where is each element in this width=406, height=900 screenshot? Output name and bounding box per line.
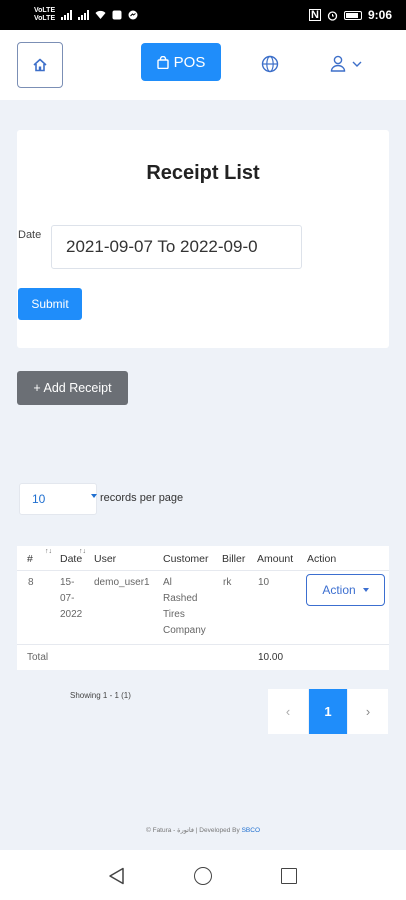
pagination-previous-button[interactable]: ‹ (268, 689, 308, 734)
records-per-page-label: records per page (100, 492, 184, 504)
footer: © Fatura - فاتورة | Developed By SBCO (0, 826, 406, 834)
chevron-right-icon: › (365, 704, 371, 719)
row-divider (17, 644, 389, 645)
user-menu-button[interactable] (330, 55, 362, 72)
pos-button[interactable]: POS (141, 43, 221, 81)
column-header-user[interactable]: User (94, 553, 116, 565)
pos-label: POS (173, 53, 206, 71)
recent-apps-icon[interactable] (281, 868, 297, 884)
cell-customer: Al Rashed Tires Company (163, 577, 206, 636)
home-nav-icon[interactable] (194, 867, 212, 885)
add-receipt-label: + Add Receipt (33, 381, 112, 395)
caret-down-icon (362, 588, 369, 592)
showing-count: Showing 1 - 1 (1) (70, 691, 131, 700)
column-header-amount[interactable]: Amount (257, 553, 293, 565)
chevron-down-icon (352, 61, 362, 67)
receipts-table: # ↑↓ Date ↑↓ User Customer Biller Amount… (17, 546, 389, 670)
signal-icon-2 (78, 10, 90, 20)
action-dropdown-button[interactable]: Action (306, 574, 385, 606)
caret-down-icon (91, 494, 97, 498)
cell-id: 8 (28, 577, 34, 588)
records-per-page-select[interactable]: 10 (19, 483, 97, 515)
battery-icon (343, 10, 362, 20)
nfc-icon: N (309, 9, 321, 21)
messenger-icon (128, 10, 138, 20)
column-header-biller[interactable]: Biller (222, 553, 245, 565)
alarm-icon (327, 10, 338, 21)
language-button[interactable] (261, 55, 279, 78)
cell-biller: rk (223, 577, 232, 588)
column-header-action: Action (307, 553, 337, 565)
notification-icon (112, 10, 122, 20)
signal-icon (61, 10, 73, 20)
sort-icon: ↑↓ (79, 548, 86, 555)
cell-user: demo_user1 (94, 577, 150, 588)
total-amount: 10.00 (258, 652, 284, 663)
add-receipt-button[interactable]: + Add Receipt (17, 371, 128, 405)
page-title: Receipt List (146, 162, 260, 184)
date-label: Date (18, 229, 42, 241)
wifi-icon (95, 10, 106, 19)
date-range-input[interactable]: 2021-09-07 To 2022-09-0 (51, 225, 302, 269)
cell-date: 15- 07- 2022 (60, 577, 83, 620)
receipt-filter-card: Receipt List Date 2021-09-07 To 2022-09-… (17, 130, 389, 348)
shopping-bag-icon (156, 55, 169, 69)
top-app-bar: POS (0, 30, 406, 100)
submit-button[interactable]: Submit (18, 288, 82, 320)
action-label: Action (322, 583, 356, 597)
clock: 9:06 (367, 8, 392, 22)
pagination-next-button[interactable]: › (348, 689, 388, 734)
footer-text: © Fatura - فاتورة | Developed By (146, 827, 240, 834)
home-icon (33, 58, 47, 72)
column-header-id[interactable]: # (27, 553, 33, 565)
column-header-customer[interactable]: Customer (163, 553, 209, 565)
cell-amount: 10 (258, 577, 270, 588)
pagination-page-1[interactable]: 1 (309, 689, 347, 734)
volte-indicator: VoLTE VoLTE (34, 7, 56, 22)
total-label: Total (27, 652, 49, 663)
home-button[interactable] (17, 42, 63, 88)
sort-icon: ↑↓ (45, 548, 52, 555)
header-divider (17, 570, 389, 571)
system-navigation-bar (0, 850, 406, 900)
user-icon (330, 55, 346, 72)
developer-link[interactable]: SBCO (242, 827, 260, 834)
back-icon[interactable] (108, 867, 125, 885)
globe-icon (261, 55, 279, 73)
status-bar: VoLTE VoLTE N 9:06 (0, 0, 406, 30)
chevron-left-icon: ‹ (285, 704, 291, 719)
